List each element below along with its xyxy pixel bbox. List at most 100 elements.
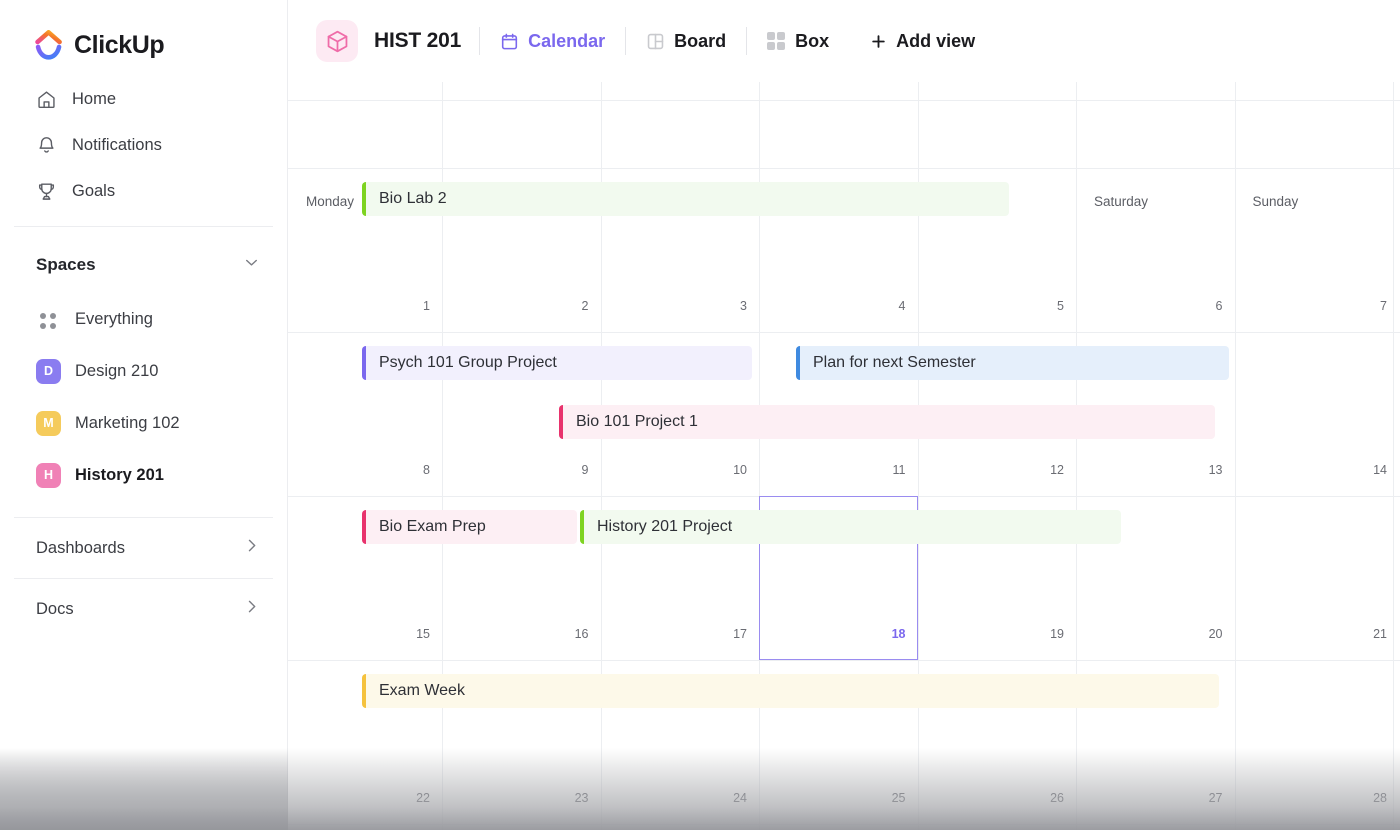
date-number[interactable]: 23 bbox=[541, 791, 589, 805]
date-number[interactable]: 1 bbox=[382, 299, 430, 313]
date-number[interactable]: 17 bbox=[699, 627, 747, 641]
plus-icon bbox=[870, 33, 887, 50]
column-divider bbox=[1076, 82, 1077, 830]
date-number[interactable]: 25 bbox=[858, 791, 906, 805]
spaces-header[interactable]: Spaces bbox=[0, 237, 287, 293]
chevron-down-icon[interactable] bbox=[242, 253, 261, 277]
date-number[interactable]: 16 bbox=[541, 627, 589, 641]
calendar-grid[interactable]: MondayTuesdayWednesdayThursdayFridaySatu… bbox=[288, 82, 1400, 830]
sidebar-item-label: Docs bbox=[36, 599, 74, 618]
divider bbox=[746, 27, 748, 55]
divider bbox=[479, 27, 481, 55]
tab-box[interactable]: Box bbox=[765, 27, 831, 56]
date-number[interactable]: 5 bbox=[1016, 299, 1064, 313]
sidebar: ClickUp Home Notifications Goals Spaces … bbox=[0, 0, 288, 830]
calendar-event[interactable]: Exam Week bbox=[362, 674, 1219, 708]
sidebar-item-notifications[interactable]: Notifications bbox=[0, 122, 287, 168]
date-number[interactable]: 26 bbox=[1016, 791, 1064, 805]
tab-board[interactable]: Board bbox=[644, 27, 728, 56]
calendar-event[interactable]: History 201 Project bbox=[580, 510, 1121, 544]
row-divider bbox=[288, 496, 1400, 497]
date-number[interactable]: 19 bbox=[1016, 627, 1064, 641]
sidebar-item-history-201[interactable]: H History 201 bbox=[0, 449, 287, 501]
chevron-right-icon[interactable] bbox=[242, 597, 261, 621]
date-number[interactable]: 11 bbox=[858, 463, 906, 477]
avatar: D bbox=[36, 358, 61, 384]
home-icon bbox=[36, 89, 57, 110]
sidebar-item-docs[interactable]: Docs bbox=[0, 579, 287, 639]
chevron-right-icon[interactable] bbox=[242, 536, 261, 560]
primary-nav: Home Notifications Goals bbox=[0, 66, 287, 214]
calendar-icon bbox=[500, 32, 519, 51]
space-label: Marketing 102 bbox=[75, 413, 180, 432]
cube-icon bbox=[316, 20, 358, 62]
event-title: Psych 101 Group Project bbox=[379, 354, 557, 371]
event-title: History 201 Project bbox=[597, 518, 733, 535]
sidebar-item-everything[interactable]: Everything bbox=[0, 293, 287, 345]
tab-label: Box bbox=[795, 30, 830, 51]
date-number[interactable]: 14 bbox=[1339, 463, 1387, 477]
date-number[interactable]: 28 bbox=[1339, 791, 1387, 805]
date-number[interactable]: 2 bbox=[541, 299, 589, 313]
date-number[interactable]: 13 bbox=[1175, 463, 1223, 477]
calendar-event[interactable]: Bio Exam Prep bbox=[362, 510, 577, 544]
date-number[interactable]: 20 bbox=[1175, 627, 1223, 641]
date-number[interactable]: 4 bbox=[858, 299, 906, 313]
brand[interactable]: ClickUp bbox=[0, 0, 287, 66]
sidebar-item-label: Goals bbox=[72, 181, 116, 200]
date-number[interactable]: 8 bbox=[382, 463, 430, 477]
sidebar-item-goals[interactable]: Goals bbox=[0, 168, 287, 214]
calendar-event[interactable]: Bio Lab 2 bbox=[362, 182, 1009, 216]
event-title: Bio Lab 2 bbox=[379, 190, 447, 207]
sidebar-item-dashboards[interactable]: Dashboards bbox=[0, 518, 287, 578]
sidebar-item-marketing-102[interactable]: M Marketing 102 bbox=[0, 397, 287, 449]
divider bbox=[14, 226, 273, 227]
date-number[interactable]: 3 bbox=[699, 299, 747, 313]
main-content: HIST 201 Calendar Board Box Add view Mon… bbox=[288, 0, 1400, 830]
column-divider bbox=[1234, 82, 1236, 830]
avatar: M bbox=[36, 410, 61, 436]
clickup-logo-icon bbox=[34, 30, 64, 60]
divider bbox=[625, 27, 627, 55]
date-number[interactable]: 27 bbox=[1175, 791, 1223, 805]
add-view-label: Add view bbox=[896, 30, 976, 51]
calendar-event[interactable]: Bio 101 Project 1 bbox=[559, 405, 1215, 439]
date-number[interactable]: 6 bbox=[1175, 299, 1223, 313]
sidebar-item-label: Home bbox=[72, 89, 117, 108]
date-number[interactable]: 9 bbox=[541, 463, 589, 477]
day-header: Saturday bbox=[1094, 194, 1149, 209]
date-number[interactable]: 22 bbox=[382, 791, 430, 805]
brand-name: ClickUp bbox=[74, 30, 165, 59]
board-icon bbox=[646, 32, 665, 51]
row-divider bbox=[288, 332, 1400, 333]
sidebar-item-design-210[interactable]: D Design 210 bbox=[0, 345, 287, 397]
app-root: ClickUp Home Notifications Goals Spaces … bbox=[0, 0, 1400, 830]
sidebar-item-home[interactable]: Home bbox=[0, 76, 287, 122]
space-label: Everything bbox=[75, 309, 153, 328]
row-divider bbox=[288, 100, 1400, 101]
date-number[interactable]: 7 bbox=[1339, 299, 1387, 313]
event-title: Plan for next Semester bbox=[813, 354, 976, 371]
space-label: History 201 bbox=[75, 465, 164, 484]
spaces-title: Spaces bbox=[36, 255, 96, 274]
calendar-event[interactable]: Psych 101 Group Project bbox=[362, 346, 752, 380]
date-number[interactable]: 12 bbox=[1016, 463, 1064, 477]
tab-label: Board bbox=[674, 30, 727, 51]
event-title: Bio 101 Project 1 bbox=[576, 413, 698, 430]
row-divider bbox=[288, 660, 1400, 661]
trophy-icon bbox=[36, 181, 57, 202]
add-view-button[interactable]: Add view bbox=[868, 27, 977, 56]
event-title: Exam Week bbox=[379, 682, 465, 699]
date-number[interactable]: 15 bbox=[382, 627, 430, 641]
page-title: HIST 201 bbox=[374, 29, 462, 52]
date-number[interactable]: 18 bbox=[858, 627, 906, 641]
calendar-event[interactable]: Plan for next Semester bbox=[796, 346, 1229, 380]
divider bbox=[849, 27, 850, 55]
view-toolbar: HIST 201 Calendar Board Box Add view bbox=[288, 0, 1400, 82]
date-number[interactable]: 24 bbox=[699, 791, 747, 805]
column-divider bbox=[1393, 82, 1394, 830]
tab-calendar[interactable]: Calendar bbox=[498, 27, 607, 56]
date-number[interactable]: 10 bbox=[699, 463, 747, 477]
date-number[interactable]: 21 bbox=[1339, 627, 1387, 641]
event-title: Bio Exam Prep bbox=[379, 518, 486, 535]
